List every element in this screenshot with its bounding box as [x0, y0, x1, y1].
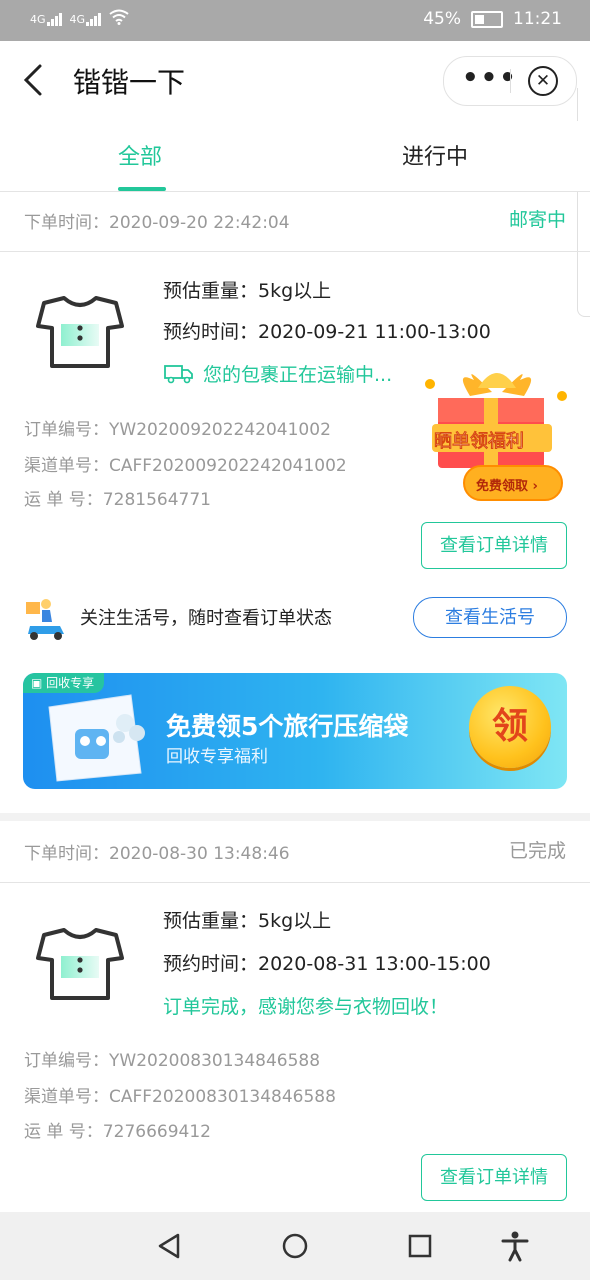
- gift-box-icon: ▣: [31, 676, 43, 690]
- tshirt-icon: [34, 922, 126, 1002]
- order-appointment: 预约时间：2020-09-21 11:00-13:00: [163, 321, 491, 343]
- tab-all[interactable]: 全部: [118, 139, 162, 171]
- accessibility-icon[interactable]: [499, 1230, 531, 1262]
- signal-icon: 4G: [30, 12, 62, 26]
- gift-button[interactable]: 免费领取 ›: [476, 475, 538, 494]
- tab-in-progress[interactable]: 进行中: [402, 139, 468, 171]
- channel-number: 渠道单号：CAFF202009202242041002: [24, 456, 347, 476]
- banner-subtitle: 回收专享福利: [166, 747, 268, 767]
- status-bar: 4G 4G 45% 11:21: [0, 0, 590, 41]
- delivery-rider-icon: [22, 594, 70, 642]
- nav-bar: 锴锴一下 ••• ✕: [0, 41, 590, 121]
- follow-row: 关注生活号，随时查看订单状态 查看生活号: [0, 590, 590, 646]
- system-nav-bar: [0, 1212, 590, 1280]
- banner-tag-label: 回收专享: [46, 676, 95, 690]
- banner-title: 免费领5个旅行压缩袋: [166, 712, 409, 741]
- page-title: 锴锴一下: [73, 66, 186, 99]
- follow-text: 关注生活号，随时查看订单状态: [80, 608, 332, 629]
- clock: 11:21: [513, 9, 562, 29]
- gift-title: 晒单领福利: [434, 431, 524, 452]
- promo-banner[interactable]: ▣ 回收专享 免费领5个旅行压缩袋 回收专享福利 领: [23, 673, 567, 789]
- truck-icon: [164, 364, 193, 383]
- view-order-detail-button[interactable]: 查看订单详情: [421, 1154, 567, 1201]
- wifi-icon: [109, 9, 129, 29]
- order-time: 下单时间：2020-09-20 22:42:04: [24, 213, 290, 233]
- complete-message: 订单完成，感谢您参与衣物回收！: [163, 996, 449, 1018]
- view-order-detail-button[interactable]: 查看订单详情: [421, 522, 567, 569]
- section-divider: [0, 813, 590, 821]
- order-number: 订单编号：YW20200830134846588: [24, 1051, 321, 1071]
- order-appointment: 预约时间：2020-08-31 13:00-15:00: [163, 953, 491, 975]
- battery-percent: 45%: [423, 9, 461, 29]
- tab-bar: 全部 进行中: [0, 121, 590, 192]
- more-button[interactable]: •••: [462, 65, 516, 97]
- order-number: 订单编号：YW202009202242041002: [24, 420, 331, 440]
- claim-coin-button[interactable]: 领: [469, 686, 551, 768]
- order-weight: 预估重量：5kg以上: [163, 910, 332, 932]
- nav-recents-icon[interactable]: [404, 1230, 436, 1262]
- signal-icon-2: 4G: [70, 12, 102, 26]
- gift-promo[interactable]: 晒单领福利 免费领取 ›: [424, 362, 570, 504]
- view-life-account-button[interactable]: 查看生活号: [413, 597, 567, 638]
- battery-icon: [471, 10, 503, 28]
- compression-bag-image: [45, 689, 155, 785]
- shipping-message: 您的包裹正在运输中...: [203, 364, 393, 386]
- waybill-number: 运 单 号：7276669412: [24, 1122, 211, 1142]
- order-time: 下单时间：2020-08-30 13:48:46: [24, 844, 290, 864]
- order-header: 下单时间：2020-09-20 22:42:04 邮寄中: [0, 191, 590, 252]
- capsule-divider: [510, 69, 511, 93]
- chevron-left-icon: [23, 64, 42, 96]
- order-complete-message: 订单完成，感谢您参与衣物回收！: [163, 992, 448, 1019]
- waybill-number: 运 单 号：7281564771: [24, 490, 211, 510]
- close-icon: ✕: [535, 71, 551, 91]
- mini-program-capsule: ••• ✕: [443, 56, 577, 106]
- tshirt-icon: [34, 290, 126, 370]
- nav-home-icon[interactable]: [279, 1230, 311, 1262]
- order-weight: 预估重量：5kg以上: [163, 280, 332, 302]
- channel-number: 渠道单号：CAFF20200830134846588: [24, 1087, 336, 1107]
- order-status: 已完成: [508, 840, 566, 862]
- nav-back-icon[interactable]: [154, 1230, 186, 1262]
- order-status: 邮寄中: [508, 209, 566, 231]
- back-button[interactable]: [22, 63, 52, 99]
- close-button[interactable]: ✕: [528, 66, 558, 96]
- order-shipping-status: 您的包裹正在运输中...: [163, 360, 392, 387]
- order-header: 下单时间：2020-08-30 13:48:46 已完成: [0, 822, 590, 883]
